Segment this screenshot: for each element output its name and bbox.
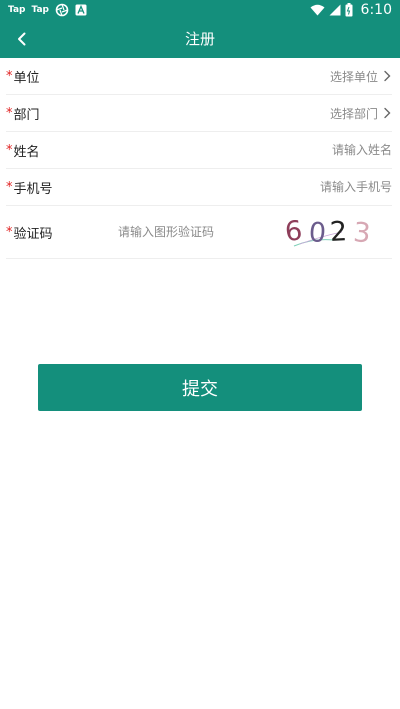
phone-row: * 手机号 xyxy=(6,169,392,206)
dept-label: 部门 xyxy=(13,107,40,123)
required-mark: * xyxy=(6,105,13,121)
captcha-label-group: * 验证码 xyxy=(6,206,53,258)
status-time: 6:10 xyxy=(360,2,392,18)
a-square-icon xyxy=(75,4,87,16)
submit-button[interactable]: 提交 xyxy=(38,364,362,411)
captcha-digit: 2 xyxy=(329,216,348,248)
chevron-right-icon xyxy=(384,70,391,82)
status-bar-notifications: Tap Tap xyxy=(8,2,87,18)
captcha-row: * 验证码 6023 xyxy=(6,206,392,259)
unit-label-group: * 单位 xyxy=(6,58,40,94)
dept-selector[interactable]: 选择部门 xyxy=(330,95,392,131)
captcha-input[interactable] xyxy=(118,206,268,258)
unit-row[interactable]: * 单位 选择单位 xyxy=(6,58,392,95)
captcha-image[interactable]: 6 02 3 xyxy=(282,214,392,250)
captcha-digit: 0 xyxy=(308,217,327,249)
phone-input-wrap xyxy=(232,169,392,205)
signal-icon xyxy=(329,4,341,16)
phone-label: 手机号 xyxy=(13,181,53,197)
captcha-digit: 6 xyxy=(283,215,303,248)
name-input-wrap xyxy=(232,132,392,168)
dept-row[interactable]: * 部门 选择部门 xyxy=(6,95,392,132)
wifi-icon xyxy=(310,4,325,16)
chevron-right-icon xyxy=(384,107,391,119)
required-mark: * xyxy=(6,68,13,84)
page-title: 注册 xyxy=(184,30,215,48)
name-label: 姓名 xyxy=(13,144,40,160)
app-bar: 注册 xyxy=(0,20,400,58)
unit-label: 单位 xyxy=(13,70,40,86)
battery-icon xyxy=(345,3,353,17)
name-row: * 姓名 xyxy=(6,132,392,169)
required-mark: * xyxy=(6,224,13,240)
unit-selector[interactable]: 选择单位 xyxy=(330,58,392,94)
status-bar-system: 6:10 xyxy=(310,1,392,19)
phone-label-group: * 手机号 xyxy=(6,169,53,205)
aperture-icon xyxy=(55,3,69,17)
captcha-label: 验证码 xyxy=(13,226,53,242)
required-mark: * xyxy=(6,179,13,195)
tap-app-icon: Tap xyxy=(31,5,50,15)
dept-value: 选择部门 xyxy=(329,106,378,121)
unit-value: 选择单位 xyxy=(329,69,378,84)
required-mark: * xyxy=(6,142,13,158)
captcha-digit: 3 xyxy=(352,217,372,249)
name-label-group: * 姓名 xyxy=(6,132,40,168)
tap-app-icon: Tap xyxy=(8,5,26,15)
register-form: * 单位 选择单位 * 部门 选择部门 * 姓名 请输入姓名 * 手机号 请输入… xyxy=(0,58,400,259)
dept-label-group: * 部门 xyxy=(6,95,40,131)
phone-input[interactable] xyxy=(232,180,392,194)
name-input[interactable] xyxy=(232,143,392,157)
status-bar: Tap Tap 6:10 xyxy=(0,0,400,20)
